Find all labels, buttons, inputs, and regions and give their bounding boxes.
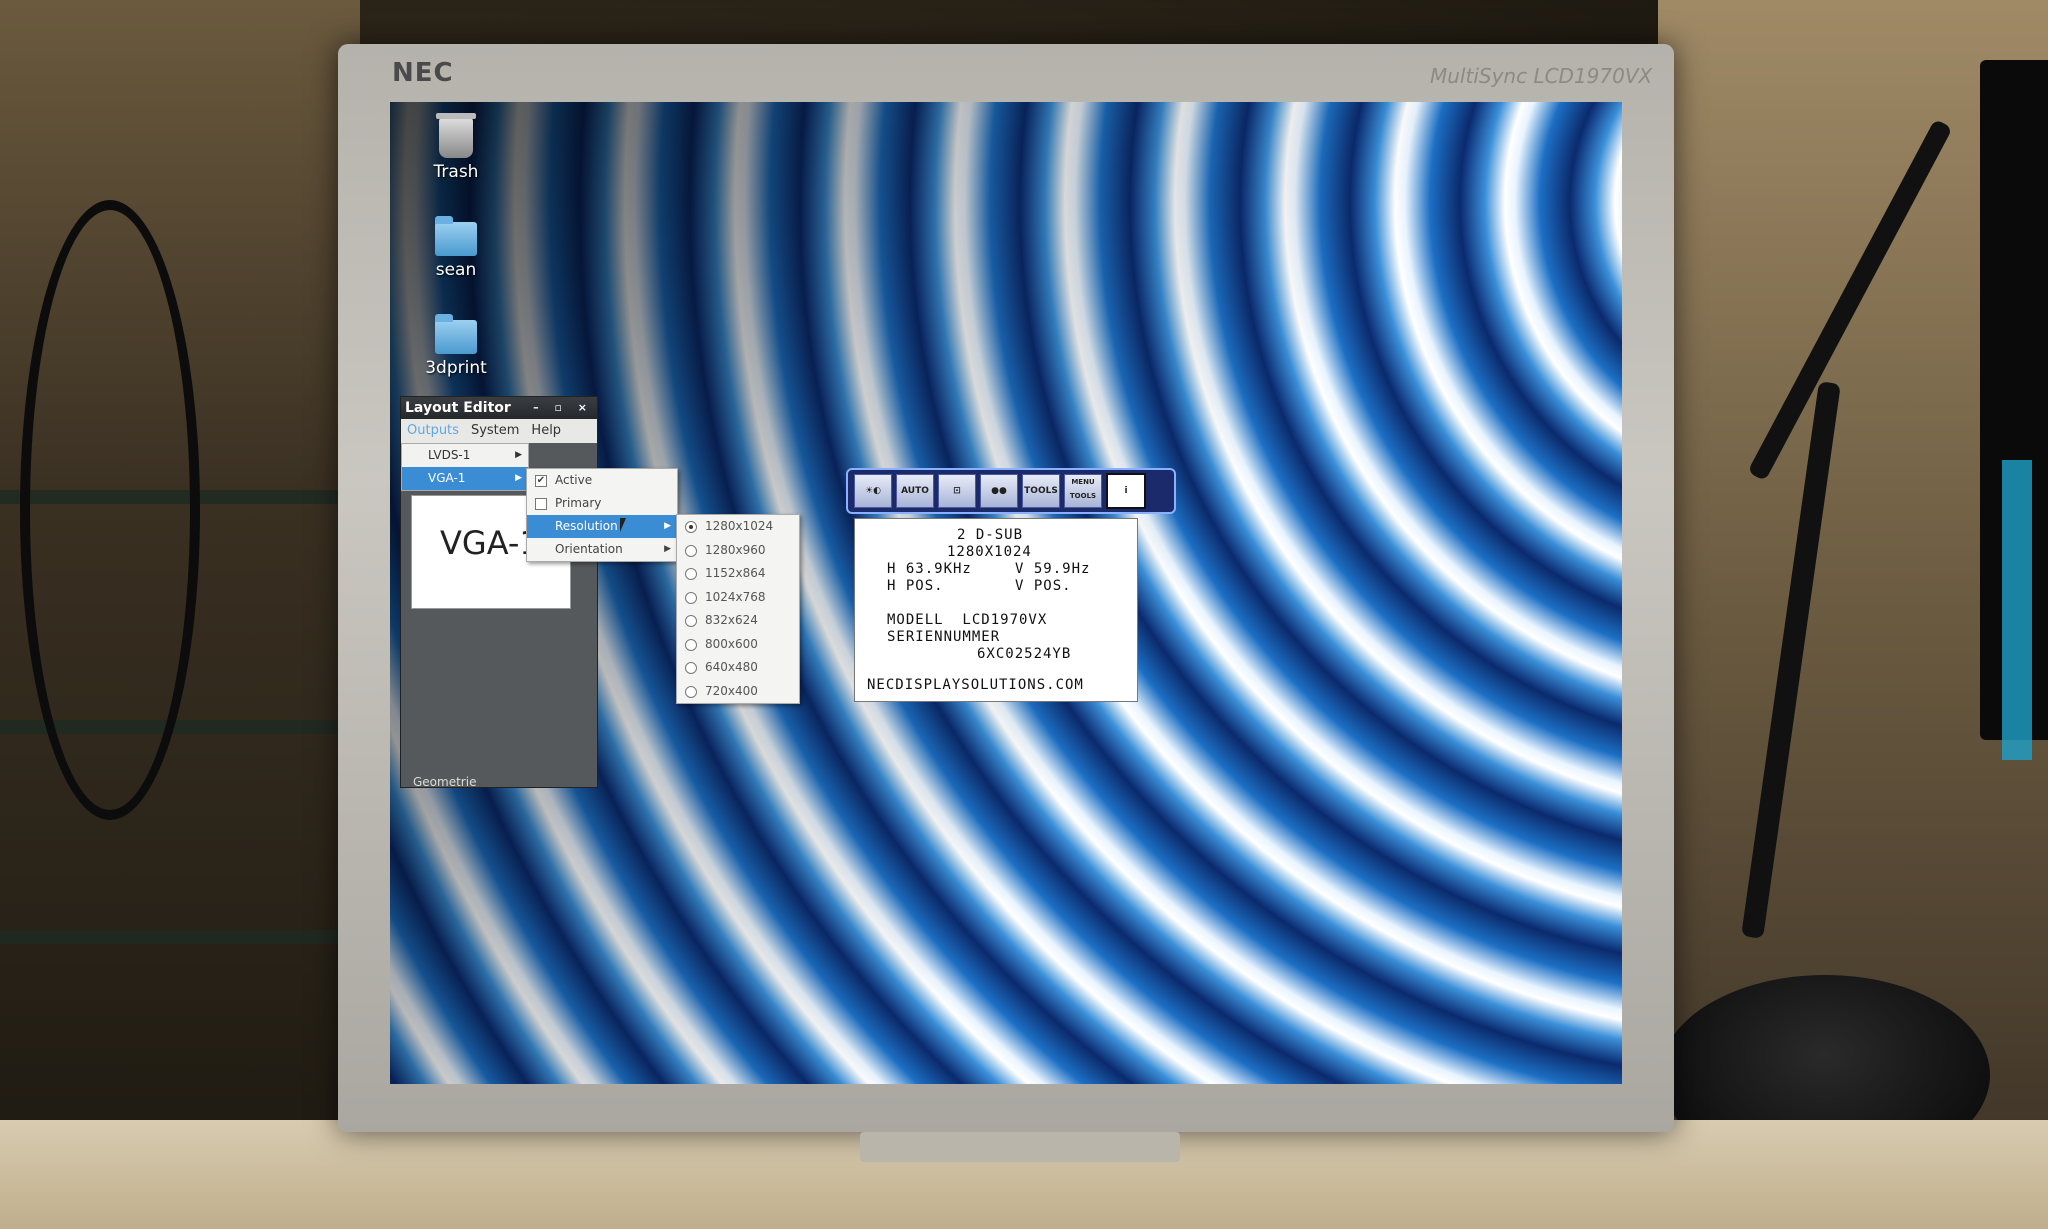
resolution-option[interactable]: 720x400 <box>677 680 799 704</box>
osd-input: 2 D-SUB <box>957 527 1024 543</box>
osd-website: NECDISPLAYSOLUTIONS.COM <box>867 677 1084 693</box>
menu-item-orientation[interactable]: Orientation ▶ <box>527 538 677 561</box>
chevron-right-icon: ▶ <box>664 544 671 554</box>
osd-toolbar: ☀◐ AUTO ⊡ ●● TOOLS MENU TOOLS i <box>846 468 1176 514</box>
resolution-option[interactable]: 1024x768 <box>677 586 799 610</box>
osd-info-panel: 2 D-SUB 1280X1024 H 63.9KHz V 59.9Hz H P… <box>854 518 1138 702</box>
osd-model: MODELL LCD1970VX <box>887 612 1048 628</box>
radio-selected-icon <box>685 521 697 533</box>
osd-auto-button[interactable]: AUTO <box>896 474 934 508</box>
menu-item-vga-1[interactable]: VGA-1 ▶ <box>402 467 528 490</box>
menu-system[interactable]: System <box>471 423 519 438</box>
model-badge: MultiSync LCD1970VX <box>1430 64 1653 88</box>
resolution-submenu: 1280x1024 1280x960 1152x864 1024x768 832… <box>676 514 800 704</box>
cable <box>20 200 200 820</box>
resolution-option[interactable]: 640x480 <box>677 656 799 680</box>
information-icon[interactable]: i <box>1106 473 1146 509</box>
brand-logo: NEC <box>392 58 454 88</box>
outputs-dropdown: LVDS-1 ▶ VGA-1 ▶ <box>401 443 529 491</box>
output-submenu: ✔ Active Primary Resolution ▶ Orientation ▶ <box>526 468 678 562</box>
trash-icon <box>436 113 476 158</box>
mouse-pointer-icon <box>620 518 626 532</box>
output-box-label: VGA-1 <box>440 524 540 562</box>
radio-icon <box>685 591 697 604</box>
side-monitor <box>1980 60 2048 760</box>
chevron-right-icon: ▶ <box>515 473 522 483</box>
resolution-option[interactable]: 1152x864 <box>677 562 799 586</box>
monitor-stand <box>860 1132 1180 1162</box>
radio-icon <box>685 568 697 580</box>
folder-icon <box>435 216 477 256</box>
menu-item-active[interactable]: ✔ Active <box>527 469 677 492</box>
osd-v-freq: V 59.9Hz <box>1015 561 1091 577</box>
radio-icon <box>685 662 697 674</box>
resolution-option[interactable]: 1280x960 <box>677 539 799 563</box>
desktop-icon-label: 3dprint <box>425 358 487 378</box>
brightness-icon[interactable]: ☀◐ <box>854 474 892 508</box>
color-icon[interactable]: ●● <box>980 474 1018 508</box>
resolution-option[interactable]: 832x624 <box>677 609 799 633</box>
menu-item-resolution[interactable]: Resolution ▶ <box>527 515 677 538</box>
desktop-icon-3dprint[interactable]: 3dprint <box>406 314 506 378</box>
radio-icon <box>685 615 697 627</box>
chevron-right-icon: ▶ <box>515 450 522 460</box>
menu-outputs[interactable]: Outputs <box>407 423 459 438</box>
menu-item-lvds-1[interactable]: LVDS-1 ▶ <box>402 444 528 467</box>
resolution-option[interactable]: 800x600 <box>677 633 799 657</box>
chevron-right-icon: ▶ <box>664 521 671 531</box>
menubar: Outputs System Help <box>401 419 597 443</box>
layout-editor-window: Layout Editor – ▫ × Outputs System Help VG… <box>400 396 598 789</box>
checkbox-checked-icon[interactable]: ✔ <box>535 475 547 487</box>
radio-icon <box>685 544 697 557</box>
checkbox-icon[interactable] <box>535 498 547 510</box>
window-titlebar[interactable]: Layout Editor – ▫ × <box>401 397 597 419</box>
desktop-icon-trash[interactable]: Trash <box>406 113 506 182</box>
status-text: Geometrie <box>413 775 477 789</box>
shelf <box>0 930 360 944</box>
desktop-icon-label: sean <box>435 260 477 280</box>
osd-v-pos: V POS. <box>1015 578 1072 594</box>
osd-resolution: 1280X1024 <box>947 544 1032 560</box>
osd-h-pos: H POS. <box>887 578 944 594</box>
desktop-icon-label: Trash <box>433 162 479 182</box>
menu-help[interactable]: Help <box>531 423 561 438</box>
position-icon[interactable]: ⊡ <box>938 474 976 508</box>
radio-icon <box>685 685 697 698</box>
window-title: Layout Editor <box>405 400 511 416</box>
osd-serial: 6XC02524YB <box>977 646 1072 662</box>
resolution-option[interactable]: 1280x1024 <box>677 515 799 539</box>
desktop-icon-sean[interactable]: sean <box>406 216 506 280</box>
osd-serial-label: SERIENNUMMER <box>887 629 1001 645</box>
osd-tools-button[interactable]: TOOLS <box>1022 474 1060 508</box>
osd-menu-tools-button[interactable]: MENU TOOLS <box>1064 474 1102 508</box>
radio-icon <box>685 638 697 651</box>
osd-h-freq: H 63.9KHz <box>887 561 972 577</box>
folder-icon <box>435 314 477 354</box>
menu-item-primary[interactable]: Primary <box>527 492 677 515</box>
window-controls[interactable]: – ▫ × <box>533 397 593 419</box>
